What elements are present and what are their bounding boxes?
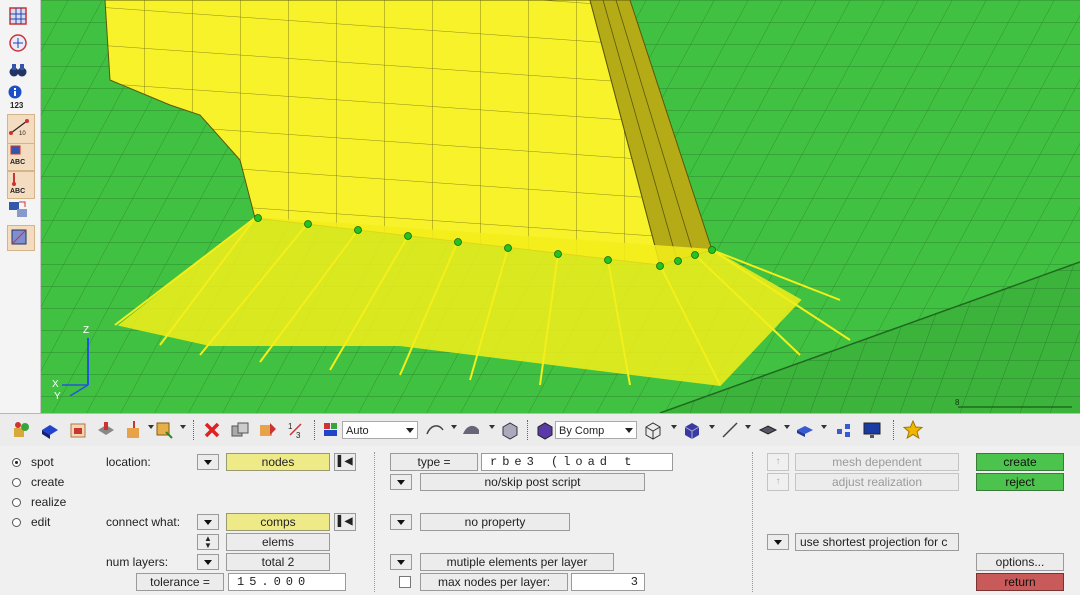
radio-edit[interactable] [12, 518, 21, 527]
info-label: 123 [10, 101, 24, 110]
multiple-elements-toggle[interactable] [390, 554, 412, 570]
axis-z-label: Z [83, 325, 89, 336]
monitor-icon[interactable] [862, 420, 882, 440]
mesh-view-icon[interactable] [7, 5, 33, 29]
main-toolbar: 13 Auto By Comp [0, 413, 1080, 447]
connect-reset-button[interactable]: ▌◀ [334, 513, 356, 531]
radio-realize-label: realize [31, 495, 67, 509]
delete-icon[interactable] [202, 420, 222, 440]
tolerance-button[interactable]: tolerance = [136, 573, 224, 591]
graphics-viewport[interactable]: Z X Y 8 123 10 ABC ABC [0, 0, 1080, 413]
property-button[interactable]: no property [420, 513, 570, 531]
geometry-color-value: Auto [346, 425, 369, 437]
reject-button[interactable]: reject [976, 473, 1064, 491]
num-layers-label: num layers: [106, 555, 169, 569]
mesh-dependent-button: mesh dependent [795, 453, 959, 471]
geometry-color-dropdown[interactable]: Auto [342, 421, 418, 439]
location-reset-button[interactable]: ▌◀ [334, 453, 356, 471]
shortest-projection-toggle[interactable] [767, 534, 789, 550]
wireframe-icon[interactable] [643, 420, 663, 440]
properties-icon[interactable] [40, 420, 60, 440]
radio-spot[interactable] [12, 458, 21, 467]
favorite-star-icon[interactable] [902, 419, 924, 440]
measure-icon[interactable]: 10 [7, 114, 35, 144]
box-icon[interactable] [7, 225, 35, 251]
tags-abc-icon[interactable]: ABC [7, 171, 35, 199]
connect-comps-button[interactable]: comps [226, 513, 330, 531]
transform-icon[interactable] [7, 198, 33, 222]
1d-element-icon[interactable] [720, 420, 740, 440]
model-canvas: Z X Y 8 [0, 0, 1080, 413]
reorganize-icon[interactable] [258, 420, 278, 440]
elems-switch[interactable]: ▲ ▼ [197, 534, 219, 550]
axis-y-label: Y [54, 391, 61, 402]
entity-sets-icon[interactable] [154, 420, 174, 440]
materials-icon[interactable] [68, 420, 88, 440]
multiple-elements-button[interactable]: mutiple elements per layer [420, 553, 614, 571]
left-toolbar: 123 10 ABC ABC [0, 0, 41, 413]
numbers-abc-icon[interactable]: ABC [7, 143, 35, 171]
num-layers-button[interactable]: total 2 [226, 553, 330, 571]
element-color-value: By Comp [559, 425, 605, 437]
element-color-dropdown[interactable]: By Comp [555, 421, 637, 439]
adjust-realization-button: adjust realization [795, 473, 959, 491]
svg-text:ABC: ABC [10, 188, 25, 194]
return-button[interactable]: return [976, 573, 1064, 591]
scale-bar-label: 8 [955, 398, 960, 407]
max-nodes-button[interactable]: max nodes per layer: [420, 573, 568, 591]
mesh-dependent-toggle: ↑ [767, 453, 789, 471]
connect-what-label: connect what: [106, 515, 181, 529]
geometry-color-icon[interactable] [322, 420, 342, 440]
elems-button[interactable]: elems [226, 533, 330, 551]
num-layers-toggle[interactable] [197, 554, 219, 570]
svg-text:10: 10 [19, 131, 26, 137]
type-input[interactable]: rbe3 (load t [481, 453, 673, 471]
explode-icon[interactable] [834, 420, 854, 440]
svg-text:1: 1 [288, 422, 293, 431]
3d-element-icon[interactable] [795, 420, 815, 440]
max-nodes-input[interactable]: 3 [571, 573, 645, 591]
post-script-toggle[interactable] [390, 474, 412, 490]
location-label: location: [106, 455, 151, 469]
shortest-projection-button[interactable]: use shortest projection for c [795, 533, 959, 551]
radio-create-label: create [31, 475, 65, 489]
radio-realize[interactable] [12, 498, 21, 507]
radio-edit-label: edit [31, 515, 51, 529]
binoculars-icon[interactable] [7, 59, 33, 83]
location-dropdown-toggle[interactable] [197, 454, 219, 470]
radio-spot-label: spot [31, 455, 54, 469]
mask-icon[interactable] [230, 420, 250, 440]
location-nodes-button[interactable]: nodes [226, 453, 330, 471]
radio-create[interactable] [12, 478, 21, 487]
geometry-display-icon[interactable] [425, 420, 445, 440]
element-color-icon[interactable] [535, 420, 555, 440]
create-button[interactable]: create [976, 453, 1064, 471]
components-icon[interactable] [12, 420, 32, 440]
renumber-icon[interactable]: 13 [286, 420, 306, 440]
svg-text:3: 3 [296, 431, 301, 440]
loads-icon[interactable] [124, 420, 144, 440]
tolerance-input[interactable]: 15.000 [228, 573, 346, 591]
connector-panel: spot create realize edit location: nodes… [0, 446, 1080, 595]
axis-x-label: X [52, 379, 59, 390]
2d-element-icon[interactable] [758, 420, 778, 440]
svg-text:ABC: ABC [10, 159, 25, 166]
load-collectors-icon[interactable] [96, 420, 116, 440]
connect-dropdown-toggle[interactable] [197, 514, 219, 530]
adjust-realization-toggle: ↑ [767, 473, 789, 491]
type-button[interactable]: type = [390, 453, 478, 471]
shaded-geometry-icon[interactable] [461, 420, 481, 440]
info-icon[interactable] [7, 84, 33, 102]
post-script-button[interactable]: no/skip post script [420, 473, 645, 491]
solid-icon[interactable] [500, 420, 520, 440]
shaded-elements-icon[interactable] [682, 420, 702, 440]
property-toggle[interactable] [390, 514, 412, 530]
max-nodes-checkbox[interactable] [399, 576, 411, 588]
options-button[interactable]: options... [976, 553, 1064, 571]
find-icon[interactable] [7, 32, 33, 56]
